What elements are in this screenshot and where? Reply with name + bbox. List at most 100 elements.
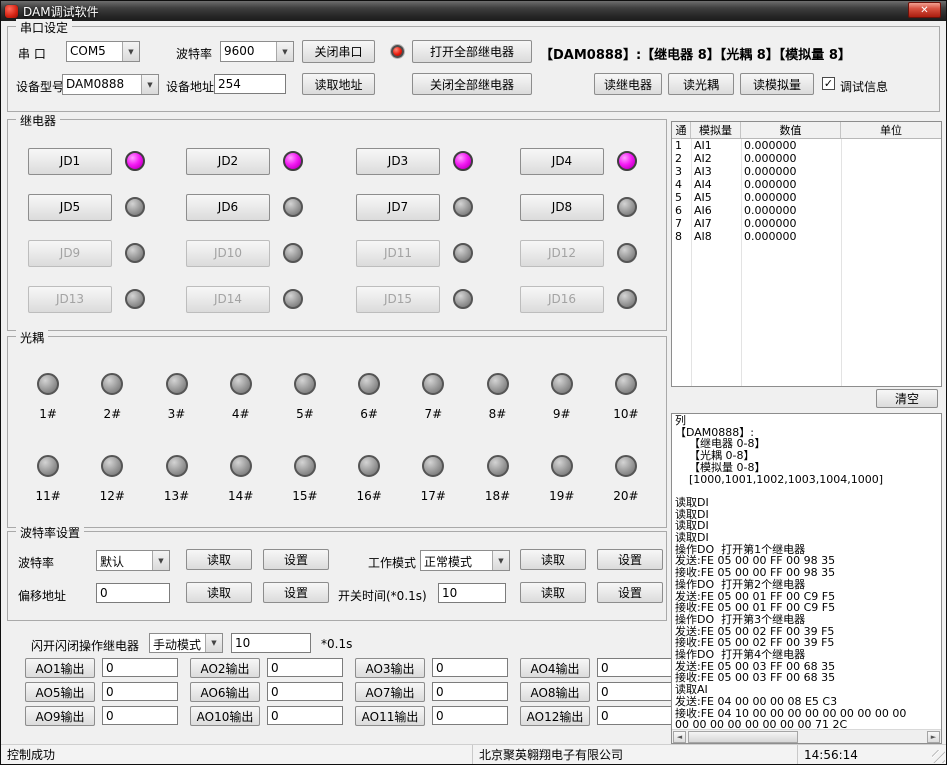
relay-button-jd10[interactable]: JD10: [186, 240, 270, 267]
read-analog-button[interactable]: 读模拟量: [740, 73, 814, 95]
flash-time-input[interactable]: [231, 633, 311, 653]
workmode-read-button[interactable]: 读取: [520, 549, 586, 570]
analog-table-body: 1AI10.0000002AI20.0000003AI30.0000004AI4…: [672, 139, 941, 243]
offset-set-button[interactable]: 设置: [263, 582, 329, 603]
switch-time-input[interactable]: [438, 583, 506, 603]
ao-button-ao11[interactable]: AO11输出: [355, 706, 425, 726]
switchtime-read-button[interactable]: 读取: [520, 582, 586, 603]
ao-value-input[interactable]: [267, 706, 343, 725]
workmode-set-button[interactable]: 设置: [597, 549, 663, 570]
relay-button-jd2[interactable]: JD2: [186, 148, 270, 175]
relay-button-jd4[interactable]: JD4: [520, 148, 604, 175]
scroll-right-icon[interactable]: ►: [927, 731, 940, 743]
ao-value-input[interactable]: [432, 658, 508, 677]
scroll-thumb[interactable]: [688, 731, 798, 743]
close-button[interactable]: ✕: [908, 2, 941, 18]
opto-indicator-off: [551, 455, 573, 477]
ao-cell: AO6输出: [190, 682, 355, 706]
read-opto-button[interactable]: 读光耦: [668, 73, 734, 95]
baudrate-select[interactable]: 默认 ▼: [96, 550, 170, 571]
device-model-select[interactable]: DAM0888 ▼: [62, 74, 159, 95]
relay-button-jd16[interactable]: JD16: [520, 286, 604, 313]
opto-indicator-off: [37, 373, 59, 395]
ao-value-input[interactable]: [267, 658, 343, 677]
relay-button-jd15[interactable]: JD15: [356, 286, 440, 313]
relay-button-jd13[interactable]: JD13: [28, 286, 112, 313]
relay-cell: JD14: [186, 276, 356, 322]
workmode-select[interactable]: 正常模式 ▼: [420, 550, 510, 571]
relay-button-jd14[interactable]: JD14: [186, 286, 270, 313]
relay-button-jd9[interactable]: JD9: [28, 240, 112, 267]
ao-button-ao6[interactable]: AO6输出: [190, 682, 260, 702]
baudrate-read-button[interactable]: 读取: [186, 549, 252, 570]
com-port-select[interactable]: COM5 ▼: [66, 41, 140, 62]
opto-label: 17#: [421, 489, 446, 503]
relay-button-jd11[interactable]: JD11: [356, 240, 440, 267]
relay-button-jd1[interactable]: JD1: [28, 148, 112, 175]
table-cell: 6: [672, 204, 691, 217]
flash-unit-label: *0.1s: [321, 637, 352, 651]
ao-value-input[interactable]: [267, 682, 343, 701]
relay-button-jd12[interactable]: JD12: [520, 240, 604, 267]
opto-label: 20#: [613, 489, 638, 503]
switchtime-set-button[interactable]: 设置: [597, 582, 663, 603]
ao-value-input[interactable]: [597, 706, 673, 725]
close-serial-button[interactable]: 关闭串口: [302, 40, 375, 63]
relay-button-jd7[interactable]: JD7: [356, 194, 440, 221]
open-all-relays-button[interactable]: 打开全部继电器: [412, 40, 532, 63]
relay-button-jd3[interactable]: JD3: [356, 148, 440, 175]
check-icon: ✓: [824, 77, 833, 90]
offset-read-button[interactable]: 读取: [186, 582, 252, 603]
table-grid-line: [841, 139, 842, 386]
baudrate-set-button[interactable]: 设置: [263, 549, 329, 570]
relay-indicator-on: [453, 151, 473, 171]
status-message: 控制成功: [1, 745, 473, 764]
table-cell: 3: [672, 165, 691, 178]
ao-button-ao10[interactable]: AO10输出: [190, 706, 260, 726]
opto-label: 1#: [39, 407, 57, 421]
flash-mode-select[interactable]: 手动模式 ▼: [149, 633, 223, 653]
ao-button-ao2[interactable]: AO2输出: [190, 658, 260, 678]
ao-button-ao4[interactable]: AO4输出: [520, 658, 590, 678]
ao-value-input[interactable]: [597, 658, 673, 677]
opto-label: 7#: [424, 407, 442, 421]
relay-button-jd6[interactable]: JD6: [186, 194, 270, 221]
read-relay-button[interactable]: 读继电器: [594, 73, 662, 95]
ao-value-input[interactable]: [597, 682, 673, 701]
read-addr-button[interactable]: 读取地址: [302, 73, 375, 95]
opto-label: 19#: [549, 489, 574, 503]
ao-value-input[interactable]: [102, 658, 178, 677]
debug-info-checkbox[interactable]: ✓: [822, 77, 835, 90]
offset-addr-input[interactable]: [96, 583, 170, 603]
table-cell: 0.000000: [741, 204, 841, 217]
ao-button-ao3[interactable]: AO3输出: [355, 658, 425, 678]
relay-button-jd5[interactable]: JD5: [28, 194, 112, 221]
ao-button-ao12[interactable]: AO12输出: [520, 706, 590, 726]
ao-button-ao9[interactable]: AO9输出: [25, 706, 95, 726]
ao-value-input[interactable]: [102, 706, 178, 725]
ao-button-ao7[interactable]: AO7输出: [355, 682, 425, 702]
ao-value-input[interactable]: [432, 682, 508, 701]
device-addr-input[interactable]: [214, 74, 286, 94]
ao-value-input[interactable]: [432, 706, 508, 725]
clear-button[interactable]: 清空: [876, 389, 938, 408]
scroll-left-icon[interactable]: ◄: [673, 731, 686, 743]
relay-button-jd8[interactable]: JD8: [520, 194, 604, 221]
opto-indicator-off: [230, 455, 252, 477]
table-cell: [841, 178, 941, 191]
relay-cell: JD1: [28, 138, 186, 184]
ao-button-ao8[interactable]: AO8输出: [520, 682, 590, 702]
relay-indicator-off: [125, 243, 145, 263]
ao-value-input[interactable]: [102, 682, 178, 701]
chevron-down-icon: ▼: [205, 634, 222, 652]
opto-cell: 11#: [16, 455, 80, 503]
resize-grip[interactable]: [932, 750, 945, 763]
table-cell: 1: [672, 139, 691, 152]
table-cell: [841, 191, 941, 204]
table-grid-line: [741, 139, 742, 386]
baud-rate-select[interactable]: 9600 ▼: [220, 41, 294, 62]
ao-button-ao5[interactable]: AO5输出: [25, 682, 95, 702]
ao-button-ao1[interactable]: AO1输出: [25, 658, 95, 678]
close-all-relays-button[interactable]: 关闭全部继电器: [412, 73, 532, 95]
log-hscrollbar[interactable]: ◄ ►: [672, 729, 941, 743]
